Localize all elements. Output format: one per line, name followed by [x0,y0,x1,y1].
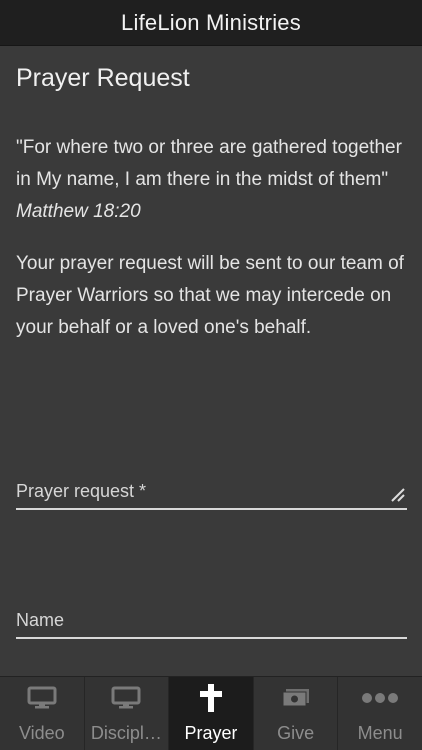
info-text: Your prayer request will be sent to our … [16,253,404,338]
monitor-icon [111,685,141,711]
cross-icon [199,684,223,712]
tab-discipleship[interactable]: Discipl… [84,677,170,750]
monitor-icon [27,685,57,711]
main-content: Prayer Request "For where two or three a… [0,46,422,676]
quote-text: "For where two or three are gathered tog… [16,137,402,190]
scripture-quote: "For where two or three are gathered tog… [16,132,408,228]
tab-bar: Video Discipl… Prayer Give Menu [0,676,422,750]
tab-prayer[interactable]: Prayer [169,677,254,750]
money-icon [281,685,311,711]
name-field[interactable]: Name [16,601,407,639]
tab-video-label: Video [18,723,65,743]
tab-give-label: Give [277,723,315,743]
name-placeholder: Name [16,610,65,630]
page-title: Prayer Request [16,64,190,92]
tab-video[interactable]: Video [0,677,85,750]
tab-menu[interactable]: Menu [338,677,422,750]
tab-menu-label: Menu [357,723,403,743]
prayer-request-field[interactable]: Prayer request * [16,472,407,510]
tab-prayer-label: Prayer [184,723,238,743]
resize-handle-icon[interactable] [391,488,405,502]
more-dots-icon [361,685,399,711]
navigation-bar: LifeLion Ministries [0,0,422,46]
app-title: LifeLion Ministries [121,9,301,35]
app-screen: LifeLion Ministries Prayer Request "For … [0,0,422,750]
tab-discipleship-label: Discipl… [90,723,162,743]
quote-reference: Matthew 18:20 [16,201,141,222]
tab-give[interactable]: Give [253,677,339,750]
prayer-request-placeholder: Prayer request * [16,481,147,501]
